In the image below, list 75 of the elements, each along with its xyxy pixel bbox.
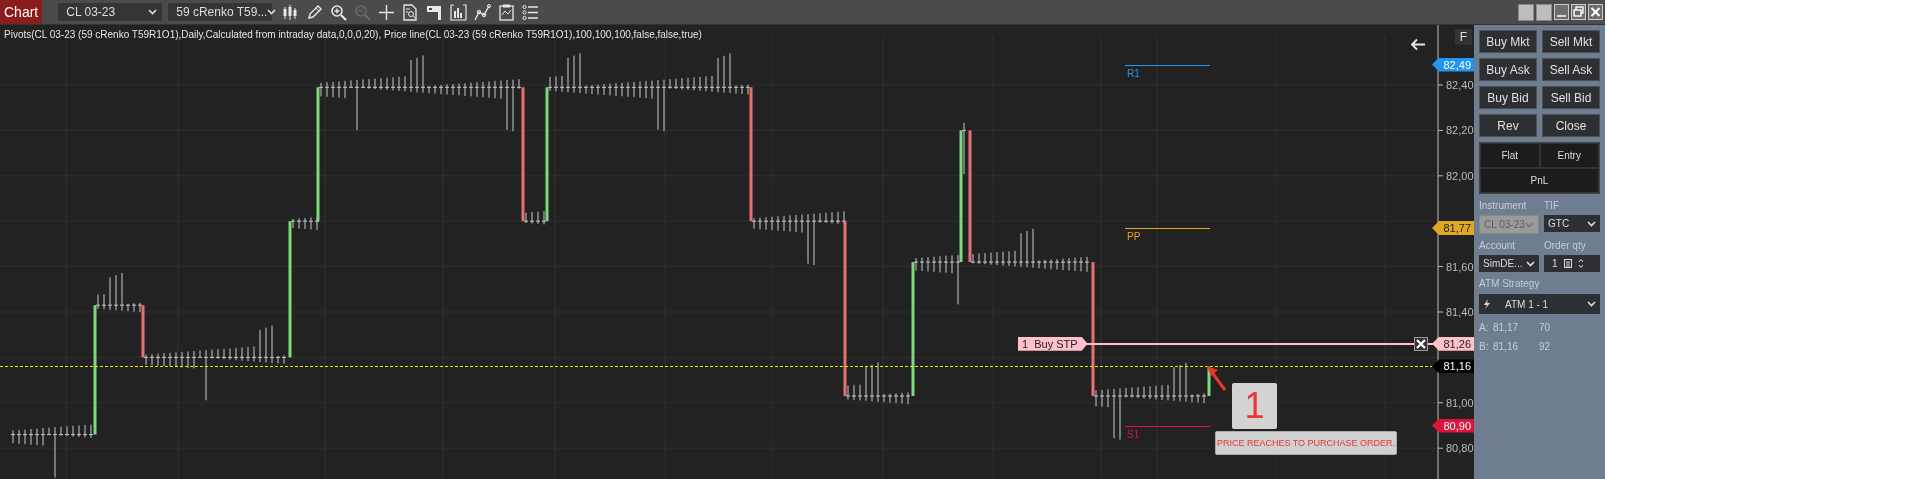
order-button[interactable]: Buy Bid [1479, 86, 1537, 109]
line-graph-icon[interactable] [474, 3, 492, 21]
chart-title-button[interactable]: Chart [0, 0, 43, 24]
dropdown-field[interactable]: SimDE... [1479, 255, 1539, 272]
field-label: TIF [1544, 200, 1560, 211]
field-label: Account [1479, 240, 1517, 251]
chevron-icon [267, 9, 277, 15]
order-button[interactable]: Sell Bid [1542, 86, 1600, 109]
order-tag[interactable]: 1 Buy STP [1018, 336, 1088, 351]
position-pnl: PnL [1480, 168, 1599, 193]
bars-icon[interactable] [282, 3, 300, 21]
position-flat: Flat [1480, 143, 1540, 168]
flag-icon[interactable] [426, 3, 444, 21]
dropdown-field[interactable]: GTC [1544, 215, 1600, 232]
quote-size: 70 [1539, 322, 1552, 333]
order-button[interactable]: Buy Mkt [1479, 30, 1537, 53]
pivot-label: R1 [1127, 67, 1140, 79]
quote-side: A: [1479, 322, 1490, 333]
spinner-icon[interactable] [1577, 258, 1584, 269]
column-chart-icon[interactable] [450, 3, 468, 21]
indicator-label: Pivots(CL 03-23 (59 cRenko T59R1O1),Daily,Calculated from intraday data,0,0,0,20), Price line(CL 03-23 (59 cRenko T59R1O1),100,100,100,false,false,true) [4, 29, 702, 40]
quote-size: 92 [1539, 341, 1552, 352]
position-entry: Entry [1539, 143, 1599, 168]
callout-number: 1 [1232, 383, 1277, 429]
price-marker: 81,16 [1432, 359, 1474, 374]
field-label: ATM Strategy [1479, 278, 1541, 289]
chevron-icon [148, 9, 158, 15]
minimize-icon[interactable] [1554, 3, 1569, 20]
order-button[interactable]: Close [1542, 114, 1600, 137]
window-button[interactable] [1536, 3, 1552, 21]
clipboard-icon[interactable] [498, 3, 516, 21]
quantity-field[interactable]: 1 [1544, 255, 1600, 272]
order-button[interactable]: Buy Ask [1479, 58, 1537, 81]
chevron-icon [1525, 221, 1534, 228]
back-arrow-icon[interactable] [1410, 38, 1426, 51]
pivot-label: PP [1127, 231, 1141, 242]
quote-price: 81,17 [1493, 322, 1520, 333]
pivot-label: S1 [1127, 428, 1140, 440]
price-axis-label: 81,00 [1446, 396, 1474, 409]
cancel-order-icon[interactable] [1414, 336, 1428, 351]
price-axis-label: 80,80 [1446, 442, 1474, 455]
list-icon[interactable] [522, 3, 540, 21]
atm-strategy-dropdown[interactable]: ATM 1 - 1 [1479, 294, 1600, 314]
restore-icon[interactable] [1571, 3, 1586, 20]
price-axis-label: 82,00 [1446, 169, 1474, 182]
price-marker: 81,77 [1432, 221, 1474, 235]
chevron-icon [1587, 220, 1596, 227]
pencil-icon[interactable] [306, 3, 324, 21]
price-axis-label: 81,60 [1446, 260, 1474, 273]
bars-type-dropdown[interactable]: 59 cRenko T59... [168, 3, 273, 21]
f-button[interactable]: F [1455, 29, 1472, 45]
window-button[interactable] [1518, 3, 1534, 21]
crosshair-icon[interactable] [378, 3, 396, 21]
zoom-in-icon[interactable] [330, 3, 348, 21]
price-marker: 81,26 [1432, 336, 1474, 351]
quote-price: 81,16 [1493, 341, 1520, 352]
callout-note: PRICE REACHES TO PURCHASE ORDER. [1215, 431, 1397, 455]
order-button[interactable]: Sell Ask [1542, 58, 1600, 81]
document-search-icon[interactable] [402, 3, 420, 21]
calculator-icon[interactable] [1563, 259, 1572, 268]
field-label: Order qty [1544, 240, 1587, 251]
quote-side: B: [1479, 341, 1490, 352]
order-button[interactable]: Sell Mkt [1542, 30, 1600, 53]
price-marker: 82,49 [1432, 57, 1474, 72]
order-button[interactable]: Rev [1479, 114, 1537, 137]
lightning-icon [1483, 299, 1491, 309]
price-marker: 80,90 [1432, 418, 1474, 433]
price-axis-label: 82,40 [1446, 79, 1474, 91]
price-axis-label: 82,20 [1446, 124, 1474, 137]
chevron-icon [1587, 301, 1596, 307]
chevron-icon [1526, 260, 1535, 267]
price-axis-label: 81,40 [1446, 306, 1474, 318]
field-label: Instrument [1479, 200, 1528, 211]
instrument-dropdown[interactable]: CL 03-23 [58, 3, 163, 21]
close-icon[interactable] [1588, 3, 1603, 20]
